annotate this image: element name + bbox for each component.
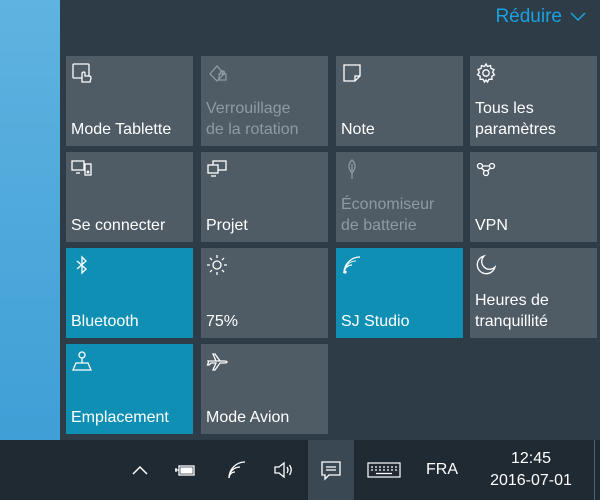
tile-airplane-mode[interactable]: Mode Avion bbox=[201, 344, 328, 434]
tile-label: Tous les paramètres bbox=[475, 100, 556, 138]
wifi-icon bbox=[228, 461, 246, 479]
tile-label: Emplacement bbox=[71, 409, 169, 426]
tile-location[interactable]: Emplacement bbox=[66, 344, 193, 434]
clock-time: 12:45 bbox=[510, 450, 552, 467]
tile-label: Économiseur de batterie bbox=[341, 196, 435, 234]
keyboard-icon bbox=[367, 462, 401, 478]
tile-wifi[interactable]: SJ Studio bbox=[336, 248, 463, 338]
tile-label: Note bbox=[341, 121, 375, 138]
clock-date: 2016-07-01 bbox=[490, 472, 572, 489]
tile-label: Se connecter bbox=[71, 217, 166, 234]
tile-label: Heures de tranquillité bbox=[475, 292, 549, 330]
location-icon bbox=[71, 350, 93, 372]
tile-project[interactable]: Projet bbox=[201, 152, 328, 242]
show-desktop-button[interactable] bbox=[594, 440, 595, 500]
tablet-mode-icon bbox=[71, 62, 93, 84]
bluetooth-icon bbox=[71, 254, 93, 276]
tile-bluetooth[interactable]: Bluetooth bbox=[66, 248, 193, 338]
connect-icon bbox=[71, 158, 93, 180]
collapse-button[interactable]: Réduire bbox=[495, 6, 586, 28]
tile-vpn[interactable]: VPN bbox=[470, 152, 597, 242]
tile-label: Projet bbox=[206, 217, 248, 234]
network-button[interactable] bbox=[222, 440, 252, 500]
vpn-icon bbox=[475, 158, 497, 180]
wifi-icon bbox=[341, 254, 363, 276]
action-center-button[interactable] bbox=[308, 440, 354, 500]
airplane-icon bbox=[206, 350, 228, 372]
quiet-hours-moon-icon bbox=[475, 254, 497, 276]
tile-label: VPN bbox=[475, 217, 508, 234]
volume-button[interactable] bbox=[268, 440, 298, 500]
tile-label: Verrouillage de la rotation bbox=[206, 100, 299, 138]
tile-label: SJ Studio bbox=[341, 313, 410, 330]
note-icon bbox=[341, 62, 363, 84]
taskbar: FRA 12:45 2016-07-01 bbox=[0, 440, 600, 500]
tile-quiet-hours[interactable]: Heures de tranquillité bbox=[470, 248, 597, 338]
desktop-background bbox=[0, 0, 60, 440]
tile-brightness[interactable]: 75% bbox=[201, 248, 328, 338]
collapse-label: Réduire bbox=[495, 6, 562, 27]
tile-rotation-lock[interactable]: Verrouillage de la rotation bbox=[201, 56, 328, 146]
project-icon bbox=[206, 158, 228, 180]
tile-label: Mode Avion bbox=[206, 409, 290, 426]
action-center-panel: Réduire Mode Tablette Verrouillage de la… bbox=[60, 0, 600, 440]
tile-label: 75% bbox=[206, 313, 239, 330]
notification-icon bbox=[321, 461, 341, 481]
chevron-up-icon bbox=[132, 465, 148, 475]
clock[interactable]: 12:45 2016-07-01 bbox=[476, 440, 586, 500]
tile-all-settings[interactable]: Tous les paramètres bbox=[470, 56, 597, 146]
tile-label: Mode Tablette bbox=[71, 121, 172, 138]
battery-saver-icon bbox=[341, 158, 363, 180]
settings-gear-icon bbox=[475, 62, 497, 84]
tile-tablet-mode[interactable]: Mode Tablette bbox=[66, 56, 193, 146]
power-button[interactable] bbox=[170, 440, 200, 500]
rotation-lock-icon bbox=[206, 62, 228, 84]
language-label: FRA bbox=[426, 461, 458, 478]
brightness-icon bbox=[206, 254, 228, 276]
language-indicator[interactable]: FRA bbox=[420, 440, 464, 500]
tile-connect[interactable]: Se connecter bbox=[66, 152, 193, 242]
battery-plug-icon bbox=[175, 465, 195, 476]
show-hidden-icons-button[interactable] bbox=[128, 440, 152, 500]
tile-battery-saver[interactable]: Économiseur de batterie bbox=[336, 152, 463, 242]
tile-note[interactable]: Note bbox=[336, 56, 463, 146]
chevron-down-icon bbox=[570, 12, 586, 22]
speaker-icon bbox=[274, 461, 292, 479]
tile-label: Bluetooth bbox=[71, 313, 139, 330]
touch-keyboard-button[interactable] bbox=[364, 440, 404, 500]
